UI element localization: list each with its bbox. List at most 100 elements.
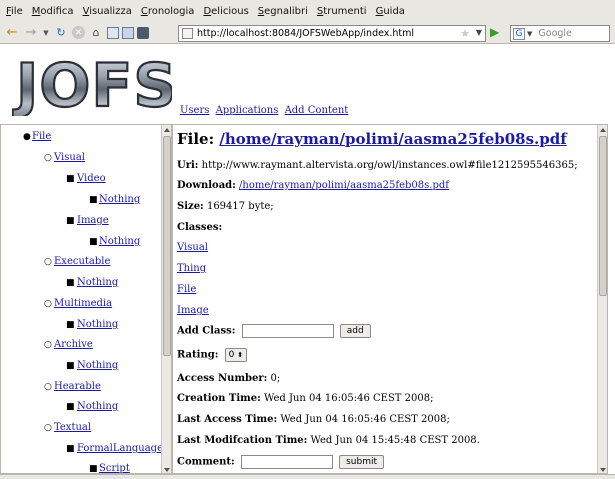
submit-comment-button[interactable]: submit — [339, 455, 385, 469]
forward-arrow-icon[interactable]: → — [23, 25, 39, 41]
menu-segnalibri[interactable]: Segnalibri — [258, 6, 308, 17]
tree-item-nothing[interactable]: Nothing — [77, 319, 118, 330]
class-tree-frame: ● File ○ Visual ■ Video ■ Nothing ■ Imag… — [0, 124, 172, 474]
reload-icon[interactable]: ↻ — [53, 25, 69, 41]
last-access-value: Wed Jun 04 16:05:46 CEST 2008; — [280, 414, 450, 425]
menu-guida[interactable]: Guida — [376, 6, 405, 17]
tree-bullet-icon: ■ — [89, 237, 98, 247]
creation-row: Creation Time: Wed Jun 04 16:05:46 CEST … — [177, 393, 433, 404]
add-class-button[interactable]: add — [339, 324, 371, 338]
class-link-row: File — [177, 284, 196, 295]
tree-bullet-icon: ○ — [44, 257, 52, 267]
class-tree: ● File ○ Visual ■ Video ■ Nothing ■ Imag… — [1, 125, 163, 474]
tree-item-nothing[interactable]: Nothing — [99, 194, 140, 205]
tree-item-script[interactable]: Script — [99, 463, 130, 473]
menu-visualizza[interactable]: Visualizza — [83, 6, 132, 17]
url-text[interactable]: http://localhost:8084/JOFSWebApp/index.h… — [197, 28, 414, 39]
add-class-input[interactable] — [241, 324, 334, 338]
home-icon[interactable]: ⌂ — [88, 25, 104, 41]
details-scrollbar-thumb[interactable] — [599, 136, 607, 296]
tree-item-executable[interactable]: Executable — [54, 256, 110, 267]
comment-row: Comment: submit — [177, 455, 385, 469]
google-engine-icon[interactable]: G — [513, 27, 525, 40]
download-link[interactable]: /home/rayman/polimi/aasma25feb08s.pdf — [239, 180, 449, 191]
sidebar-toggle-icon[interactable] — [122, 26, 134, 39]
tree-bullet-icon: ○ — [44, 340, 52, 350]
tree-item-nothing[interactable]: Nothing — [99, 236, 140, 247]
bookmark-page-icon[interactable] — [107, 26, 119, 39]
tree-item-nothing[interactable]: Nothing — [77, 360, 118, 371]
uri-row: Uri: http://www.raymant.altervista.org/o… — [177, 160, 578, 171]
last-access-row: Last Access Time: Wed Jun 04 16:05:46 CE… — [177, 414, 450, 425]
scroll-down-arrow-icon[interactable] — [164, 468, 170, 472]
class-link-file[interactable]: File — [177, 284, 196, 295]
file-details-frame: File: /home/rayman/polimi/aasma25feb08s.… — [172, 124, 608, 474]
engine-dropdown-icon[interactable]: ▼ — [527, 30, 532, 38]
nav-add-content-link[interactable]: Add Content — [285, 105, 349, 116]
tree-item-formallanguage[interactable]: FormalLanguage — [77, 443, 163, 454]
back-arrow-icon[interactable]: ← — [4, 25, 20, 41]
tree-item-multimedia[interactable]: Multimedia — [54, 298, 112, 309]
go-arrow-icon[interactable]: ▶ — [490, 25, 504, 39]
tree-item-hearable[interactable]: Hearable — [54, 381, 101, 392]
menu-cronologia[interactable]: Cronologia — [141, 6, 195, 17]
tree-item-nothing[interactable]: Nothing — [77, 277, 118, 288]
comment-input[interactable] — [240, 455, 333, 469]
url-dropdown-icon[interactable]: ▼ — [476, 28, 482, 37]
star-bookmark-icon[interactable]: ★ — [460, 27, 470, 40]
size-value: 169417 byte; — [206, 201, 274, 212]
tree-item-file[interactable]: File — [32, 131, 51, 142]
classes-heading: Classes: — [177, 222, 222, 233]
tree-item-textual[interactable]: Textual — [54, 422, 91, 433]
rating-value: 0 — [228, 350, 235, 360]
menu-modifica[interactable]: Modifica — [32, 6, 74, 17]
class-link-row: Thing — [177, 263, 206, 274]
size-row: Size: 169417 byte; — [177, 201, 274, 212]
creation-value: Wed Jun 04 16:05:46 CEST 2008; — [263, 393, 434, 404]
tree-bullet-icon: ○ — [44, 299, 52, 309]
search-box[interactable]: G ▼ Google — [510, 25, 610, 42]
tree-scrollbar[interactable] — [161, 125, 171, 473]
history-dropdown-icon[interactable]: ▼ — [42, 25, 50, 41]
access-label: Access Number: — [177, 373, 268, 384]
tree-item-visual[interactable]: Visual — [54, 152, 85, 163]
class-link-thing[interactable]: Thing — [177, 263, 206, 274]
uri-value: http://www.raymant.altervista.org/owl/in… — [201, 160, 578, 171]
tree-scrollbar-thumb[interactable] — [163, 136, 171, 356]
last-modification-row: Last Modifcation Time: Wed Jun 04 15:45:… — [177, 435, 480, 446]
print-icon[interactable] — [137, 26, 149, 39]
download-row: Download: /home/rayman/polimi/aasma25feb… — [177, 180, 449, 191]
tree-item-nothing[interactable]: Nothing — [77, 401, 118, 412]
tree-bullet-icon: ■ — [66, 361, 75, 371]
menu-delicious[interactable]: Delicious — [203, 6, 248, 17]
tree-bullet-icon: ○ — [44, 382, 52, 392]
nav-applications-link[interactable]: Applications — [216, 105, 279, 116]
scroll-down-arrow-icon[interactable] — [600, 468, 606, 472]
tree-bullet-icon: ■ — [89, 464, 98, 474]
file-title-link[interactable]: /home/rayman/polimi/aasma25feb08s.pdf — [219, 130, 566, 148]
class-link-image[interactable]: Image — [177, 305, 209, 316]
scroll-up-arrow-icon[interactable] — [600, 128, 606, 132]
menu-file[interactable]: File — [6, 6, 23, 17]
tree-bullet-icon: ■ — [66, 320, 75, 330]
stop-icon[interactable]: ✕ — [72, 26, 85, 39]
nav-users-link[interactable]: Users — [180, 105, 209, 116]
file-title-label: File: — [177, 130, 215, 148]
tree-item-image[interactable]: Image — [77, 215, 109, 226]
tree-item-video[interactable]: Video — [77, 173, 106, 184]
classes-label: Classes: — [177, 222, 223, 233]
url-bar[interactable]: http://localhost:8084/JOFSWebApp/index.h… — [178, 25, 486, 42]
jofs-logo: JOFS — [11, 48, 178, 122]
rating-select[interactable]: 0 ⬍ — [224, 348, 248, 362]
tree-bullet-icon: ● — [23, 132, 31, 142]
menu-strumenti[interactable]: Strumenti — [317, 6, 367, 17]
tree-item-archive[interactable]: Archive — [54, 339, 93, 350]
access-value: 0; — [270, 373, 281, 384]
class-link-visual[interactable]: Visual — [177, 242, 208, 253]
tree-bullet-icon: ■ — [66, 216, 75, 226]
select-arrows-icon: ⬍ — [237, 351, 244, 359]
menu-bar: File Modifica Visualizza Cronologia Deli… — [0, 0, 615, 22]
class-link-row: Visual — [177, 242, 208, 253]
scroll-up-arrow-icon[interactable] — [164, 128, 170, 132]
details-scrollbar[interactable] — [597, 125, 607, 473]
